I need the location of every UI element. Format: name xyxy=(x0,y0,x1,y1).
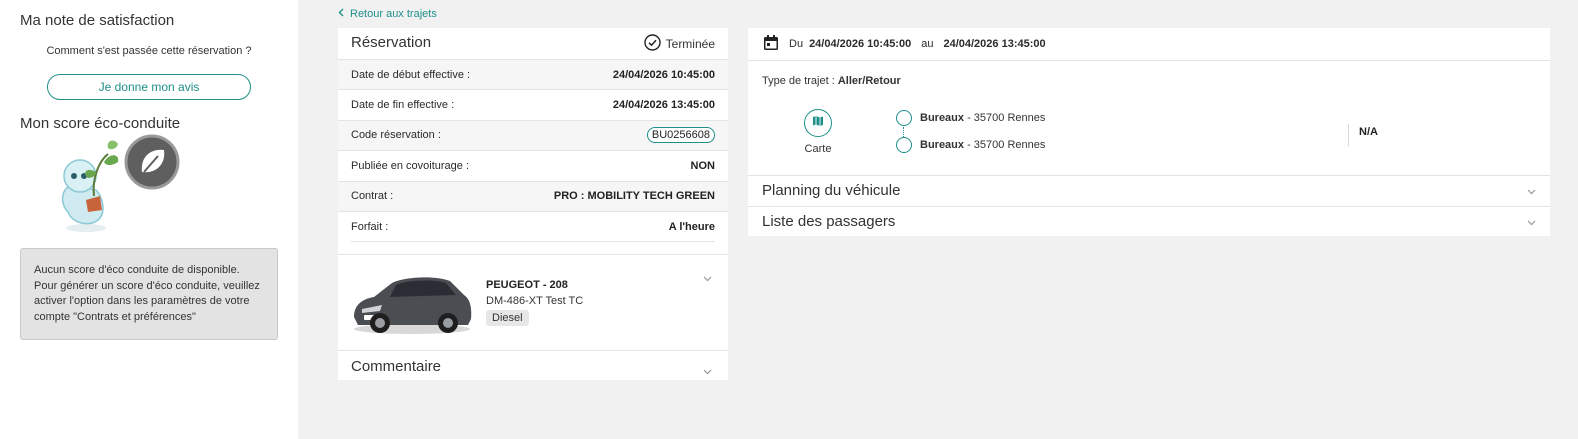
left-panel: Ma note de satisfaction Comment s'est pa… xyxy=(0,0,298,439)
detail-label: Publiée en covoiturage : xyxy=(351,159,470,172)
reservation-title: Réservation xyxy=(351,34,432,51)
back-link-label: Retour aux trajets xyxy=(350,8,437,20)
reservation-code-badge: BU0256608 xyxy=(646,127,715,144)
trip-type-value: Aller/Retour xyxy=(837,75,901,87)
chevron-down-icon xyxy=(1527,213,1536,230)
detail-label: Code réservation : xyxy=(351,129,441,142)
comment-section[interactable]: Commentaire xyxy=(338,350,728,380)
trip-dates-header: Du 24/04/2026 10:45:00 au 24/04/2026 13:… xyxy=(748,28,1550,61)
date-to-prefix: au xyxy=(921,38,934,50)
eco-mascot-illustration xyxy=(61,134,180,232)
detail-label: Contrat : xyxy=(351,190,394,203)
chevron-down-icon xyxy=(1527,182,1536,199)
detail-value: 24/04/2026 13:45:00 xyxy=(612,99,715,112)
stop-name: Bureaux xyxy=(920,112,965,124)
detail-label: Forfait : xyxy=(351,220,389,233)
divider xyxy=(1348,124,1349,146)
chevron-down-icon xyxy=(703,362,712,380)
vehicle-section[interactable]: PEUGEOT - 208 DM-486-XT Test TC Diesel xyxy=(338,254,728,350)
trip-type: Type de trajet : Aller/Retour xyxy=(762,75,901,87)
trip-extra-value: N/A xyxy=(1359,126,1378,138)
detail-row-contract: Contrat : PRO : MOBILITY TECH GREEN xyxy=(338,180,728,211)
stop-departure: Bureaux - 35700 Rennes xyxy=(896,110,1045,126)
trip-end-date: 24/04/2026 13:45:00 xyxy=(943,38,1046,50)
chevron-down-icon[interactable] xyxy=(703,269,712,287)
detail-value: NON xyxy=(690,159,715,172)
chevron-left-icon xyxy=(338,8,344,20)
check-circle-icon xyxy=(643,34,661,54)
status-label: Terminée xyxy=(665,37,715,51)
stop-arrival: Bureaux - 35700 Rennes xyxy=(896,137,1045,153)
stop-city: - 35700 Rennes xyxy=(964,139,1046,151)
stop-marker-icon xyxy=(896,110,912,126)
reservation-details: Date de début effective : 24/04/2026 10:… xyxy=(338,59,728,243)
section-label: Liste des passagers xyxy=(762,213,896,230)
back-to-trips-link[interactable]: Retour aux trajets xyxy=(338,8,437,20)
comment-label: Commentaire xyxy=(351,358,442,375)
detail-label: Date de début effective : xyxy=(351,68,471,81)
give-opinion-button[interactable]: Je donne mon avis xyxy=(47,74,251,100)
detail-row-code: Code réservation : BU0256608 xyxy=(338,119,728,151)
vehicle-plate: DM-486-XT Test TC xyxy=(486,295,584,307)
trip-type-label: Type de trajet : xyxy=(762,75,835,87)
reservation-card: Réservation Terminée Date de début effec… xyxy=(338,28,728,380)
divider xyxy=(351,241,715,243)
eco-score-title: Mon score éco-conduite xyxy=(20,115,181,132)
detail-row-carpool: Publiée en covoiturage : NON xyxy=(338,150,728,180)
calendar-icon xyxy=(763,34,779,54)
section-label: Planning du véhicule xyxy=(762,182,901,199)
trip-card: Du 24/04/2026 10:45:00 au 24/04/2026 13:… xyxy=(748,28,1550,236)
date-from-prefix: Du xyxy=(789,38,804,50)
detail-value: A l'heure xyxy=(668,220,715,233)
detail-value: 24/04/2026 10:45:00 xyxy=(612,68,715,81)
satisfaction-question: Comment s'est passée cette réservation ? xyxy=(46,45,252,57)
stop-marker-icon xyxy=(896,137,912,153)
map-button[interactable] xyxy=(804,109,832,137)
detail-row-end: Date de fin effective : 24/04/2026 13:45… xyxy=(338,89,728,119)
vehicle-name: PEUGEOT - 208 xyxy=(486,279,568,291)
stop-name: Bureaux xyxy=(920,139,965,151)
satisfaction-title: Ma note de satisfaction xyxy=(20,12,175,29)
map-label: Carte xyxy=(804,143,832,155)
route-connector xyxy=(903,127,904,137)
vehicle-photo xyxy=(354,277,472,334)
eco-score-notice: Aucun score d'éco conduite de disponible… xyxy=(20,248,278,340)
trip-start-date: 24/04/2026 10:45:00 xyxy=(809,38,912,50)
stop-city: - 35700 Rennes xyxy=(964,112,1046,124)
status-badge: Terminée xyxy=(643,34,715,54)
map-icon xyxy=(812,114,824,132)
passenger-list-section[interactable]: Liste des passagers xyxy=(748,206,1550,236)
detail-row-package: Forfait : A l'heure xyxy=(338,210,728,241)
detail-label: Date de fin effective : xyxy=(351,99,455,112)
fuel-badge: Diesel xyxy=(486,310,529,326)
vehicle-planning-section[interactable]: Planning du véhicule xyxy=(748,175,1550,205)
detail-row-start: Date de début effective : 24/04/2026 10:… xyxy=(338,59,728,90)
detail-value: PRO : MOBILITY TECH GREEN xyxy=(553,190,715,203)
